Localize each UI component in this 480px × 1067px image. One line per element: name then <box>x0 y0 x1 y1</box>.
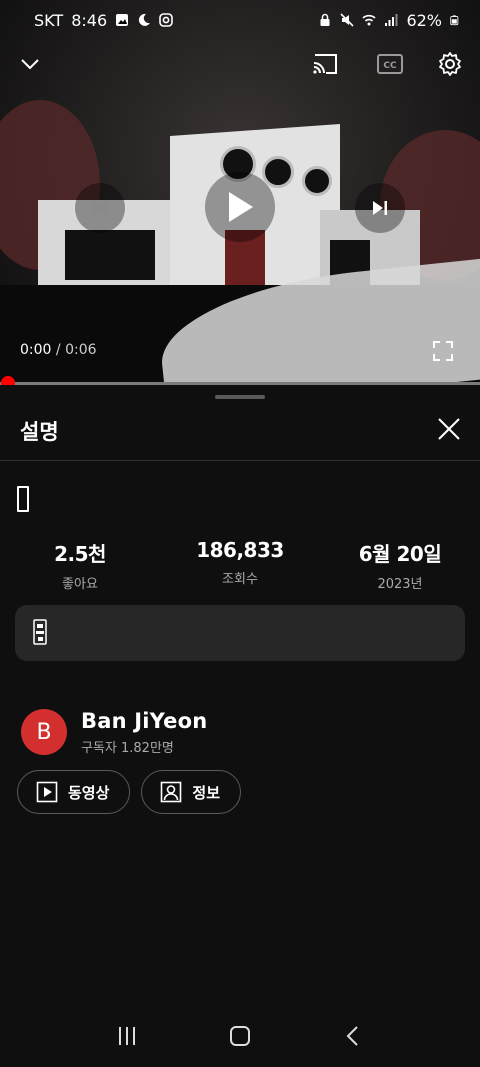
next-button[interactable] <box>355 183 405 233</box>
views-label: 조회수 <box>222 572 258 587</box>
gear-icon <box>439 52 461 76</box>
likes-stat: 2.5천 좋아요 <box>0 538 160 592</box>
settings-button[interactable] <box>436 48 464 80</box>
instagram-icon <box>159 13 173 27</box>
panel-title: 설명 <box>20 420 59 444</box>
play-box-icon <box>36 781 58 803</box>
chevron-down-icon <box>21 59 39 70</box>
video-title-missing-glyph <box>17 486 29 512</box>
channel-row[interactable]: B Ban JiYeon 구독자 1.82만명 <box>21 709 207 756</box>
skip-next-icon <box>373 201 387 215</box>
time-display: 0:00 / 0:06 <box>20 342 97 358</box>
status-bar: SKT 8:46 62% <box>0 0 480 40</box>
carrier: SKT <box>34 10 64 30</box>
home-icon <box>229 1026 250 1046</box>
back-button[interactable] <box>338 1021 368 1051</box>
divider <box>0 460 480 461</box>
channel-buttons: 동영상 정보 <box>17 770 242 814</box>
views-count: 186,833 <box>196 538 284 562</box>
date-stat: 6월 20일 2023년 <box>320 538 480 592</box>
clock: 8:46 <box>71 10 108 30</box>
svg-text:CC: CC <box>383 61 397 71</box>
time-separator: / <box>51 342 66 358</box>
moon-icon <box>138 13 151 26</box>
close-icon <box>438 418 460 440</box>
progress-bar[interactable] <box>0 382 480 385</box>
description-emoji-glyph <box>33 619 47 645</box>
drag-handle[interactable] <box>215 395 265 399</box>
back-icon <box>346 1026 359 1046</box>
close-button[interactable] <box>436 416 462 442</box>
collapse-button[interactable] <box>18 48 42 80</box>
fullscreen-button[interactable] <box>432 340 454 362</box>
cast-icon <box>313 54 337 74</box>
channel-name[interactable]: Ban JiYeon <box>81 709 207 733</box>
likes-label: 좋아요 <box>62 577 98 592</box>
about-button[interactable]: 정보 <box>141 770 242 814</box>
likes-count: 2.5천 <box>54 542 106 566</box>
progress-scrubber[interactable] <box>1 376 15 385</box>
captions-button[interactable]: CC <box>376 48 404 80</box>
videos-button[interactable]: 동영상 <box>17 770 131 814</box>
mute-icon <box>340 13 355 27</box>
person-box-icon <box>161 781 182 803</box>
gallery-icon <box>116 14 129 26</box>
cast-button[interactable] <box>310 48 340 80</box>
views-stat: 186,833 조회수 <box>160 538 320 592</box>
upload-date: 6월 20일 <box>358 542 442 566</box>
fullscreen-icon <box>433 341 453 361</box>
lock-icon <box>320 13 330 26</box>
description-panel: 설명 2.5천 좋아요 186,833 조회수 6월 20일 2023년 B B… <box>0 386 480 1067</box>
recents-button[interactable] <box>112 1021 142 1051</box>
duration: 0:06 <box>65 342 97 358</box>
signal-icon <box>385 14 398 26</box>
upload-year: 2023년 <box>377 577 423 592</box>
avatar-letter: B <box>36 719 52 745</box>
system-navbar <box>0 1005 480 1067</box>
play-button[interactable] <box>205 172 275 242</box>
play-icon <box>229 192 253 222</box>
wifi-icon <box>362 14 376 26</box>
skip-previous-icon <box>93 201 107 215</box>
home-button[interactable] <box>225 1021 255 1051</box>
description-box[interactable] <box>15 605 465 661</box>
videos-button-label: 동영상 <box>68 783 110 802</box>
avatar[interactable]: B <box>21 709 67 755</box>
about-button-label: 정보 <box>192 783 221 802</box>
subscriber-count: 구독자 1.82만명 <box>81 741 174 756</box>
previous-button[interactable] <box>75 183 125 233</box>
video-player[interactable]: CC 0:00 / 0:06 <box>0 0 480 385</box>
battery-level: 62% <box>406 10 442 30</box>
battery-icon <box>450 15 459 26</box>
video-stats: 2.5천 좋아요 186,833 조회수 6월 20일 2023년 <box>0 538 480 592</box>
recents-icon <box>118 1027 135 1045</box>
captions-icon: CC <box>377 54 403 74</box>
current-time: 0:00 <box>20 342 52 358</box>
